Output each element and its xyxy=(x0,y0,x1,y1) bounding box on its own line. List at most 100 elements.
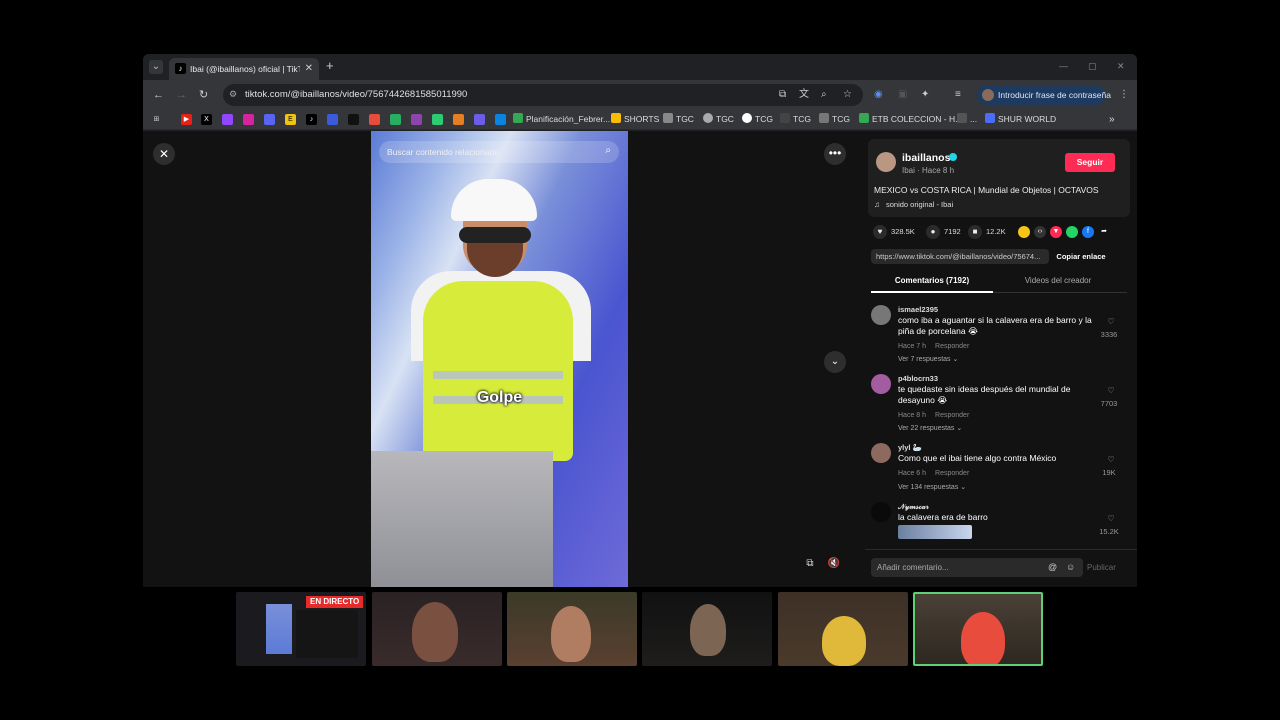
maximize-icon[interactable]: ▢ xyxy=(1088,60,1097,72)
avatar[interactable] xyxy=(871,374,891,394)
mention-icon[interactable]: @ xyxy=(1048,561,1057,573)
extension-icon[interactable]: ◉ xyxy=(874,88,883,102)
music-label[interactable]: sonido original - Ibai xyxy=(886,200,953,210)
zoom-icon[interactable]: ⌕ xyxy=(821,88,827,102)
avatar[interactable] xyxy=(871,305,891,325)
discord-icon[interactable] xyxy=(264,114,275,125)
browser-tab[interactable]: ♪ Ibai (@ibaillanos) oficial | TikTok ✕ xyxy=(169,58,319,80)
browser-menu-icon[interactable]: ⋮ xyxy=(1119,88,1129,102)
share-tiktok-icon[interactable]: ▼ xyxy=(1050,226,1062,238)
bookmark-violet-icon[interactable] xyxy=(474,114,485,125)
video-player[interactable]: Buscar contenido relacionado ⌕ Golpe xyxy=(371,131,628,587)
stream-tile-webcam[interactable] xyxy=(778,592,908,666)
window-close-icon[interactable]: ✕ xyxy=(1117,60,1125,72)
reply-button[interactable]: Responder xyxy=(935,470,969,477)
embed-icon[interactable]: ‹› xyxy=(1034,226,1046,238)
tab-close-icon[interactable]: ✕ xyxy=(305,62,313,76)
comment-input[interactable]: Añadir comentario... @ ☺ xyxy=(871,558,1083,577)
stream-tile-webcam[interactable] xyxy=(642,592,772,666)
tab-creator-videos[interactable]: Videos del creador xyxy=(997,273,1119,293)
whatsapp-icon[interactable] xyxy=(1066,226,1078,238)
heart-icon[interactable]: ♡ xyxy=(1099,386,1123,396)
bookmark-icon[interactable]: ■ xyxy=(968,225,982,239)
bookmark-purple-icon[interactable] xyxy=(411,114,422,125)
url-text[interactable]: tiktok.com/@ibaillanos/video/75674426815… xyxy=(245,88,467,102)
forward-icon[interactable]: → xyxy=(176,88,187,102)
picture-in-picture-icon[interactable]: ⧉ xyxy=(803,557,817,571)
passkey-button[interactable]: Introducir frase de contraseña xyxy=(977,85,1111,105)
more-options-icon[interactable]: ••• xyxy=(824,143,846,165)
bookmark-item[interactable]: TCG xyxy=(819,113,850,126)
chevron-down-icon[interactable]: ⌄ xyxy=(824,351,846,373)
follow-button[interactable]: Seguir xyxy=(1065,153,1115,172)
apps-grid-icon[interactable]: ⊞ xyxy=(151,114,162,125)
tiktok-icon[interactable]: ♪ xyxy=(306,114,317,125)
comment-icon[interactable]: ● xyxy=(926,225,940,239)
x-icon[interactable]: X xyxy=(201,114,212,125)
bookmark-green-icon[interactable] xyxy=(390,114,401,125)
post-button[interactable]: Publicar xyxy=(1087,562,1116,573)
creator-name[interactable]: ibaillanos xyxy=(902,152,950,164)
view-replies-button[interactable]: Ver 7 respuestas ⌄ xyxy=(898,355,958,364)
avatar[interactable] xyxy=(876,152,896,172)
bookmark-orange-icon[interactable] xyxy=(453,114,464,125)
bookmark-e-icon[interactable]: E xyxy=(285,114,296,125)
tab-comments[interactable]: Comentarios (7192) xyxy=(871,273,993,293)
avatar[interactable] xyxy=(871,502,891,522)
minimize-icon[interactable]: — xyxy=(1059,60,1068,72)
address-bar[interactable]: ⚙ tiktok.com/@ibaillanos/video/756744268… xyxy=(223,84,863,106)
sheets-icon[interactable] xyxy=(432,114,443,125)
stream-tile-webcam[interactable] xyxy=(507,592,637,666)
copy-link-button[interactable]: Copiar enlace xyxy=(1053,249,1109,264)
extension-icon[interactable]: ▣ xyxy=(898,88,907,102)
bookmark-item[interactable]: TGC xyxy=(663,113,694,126)
comment-image-thumbnail[interactable] xyxy=(898,525,972,539)
share-arrow-icon[interactable]: ➦ xyxy=(1098,226,1110,238)
emoji-icon[interactable]: ☺ xyxy=(1066,561,1075,573)
bookmark-blue-icon[interactable] xyxy=(327,114,338,125)
bookmark-item[interactable]: TCG xyxy=(742,113,773,126)
facebook-icon[interactable]: f xyxy=(1082,226,1094,238)
bookmark-star-icon[interactable]: ☆ xyxy=(843,88,852,102)
search-icon[interactable]: ⌕ xyxy=(605,145,611,156)
bookmark-red-icon[interactable] xyxy=(369,114,380,125)
video-link-field[interactable]: https://www.tiktok.com/@ibaillanos/video… xyxy=(871,249,1049,264)
comment-user[interactable]: ylyl 🦢 xyxy=(898,443,922,452)
reply-button[interactable]: Responder xyxy=(935,412,969,419)
extensions-puzzle-icon[interactable]: ✦ xyxy=(921,88,929,102)
comment-user[interactable]: ismael2395 xyxy=(898,305,938,314)
instagram-icon[interactable] xyxy=(243,114,254,125)
twitch-icon[interactable] xyxy=(222,114,233,125)
install-app-icon[interactable]: ⧉ xyxy=(779,88,786,102)
stream-tile-webcam[interactable] xyxy=(372,592,502,666)
tab-search-icon[interactable]: ⌄ xyxy=(149,60,163,74)
bookmark-azure-icon[interactable] xyxy=(495,114,506,125)
related-search-input[interactable]: Buscar contenido relacionado ⌕ xyxy=(379,141,619,163)
bookmark-item[interactable]: Planificación_Febrer... xyxy=(513,113,610,126)
reply-button[interactable]: Responder xyxy=(935,343,969,350)
bookmark-item[interactable]: TGC xyxy=(703,113,734,126)
comment-user[interactable]: 𝒩𝓎𝓂𝓈𝒸𝒶𝓇 xyxy=(898,502,929,511)
mute-icon[interactable]: 🔇 xyxy=(827,557,841,571)
bookmark-item[interactable]: ... xyxy=(957,113,977,126)
bookmark-item[interactable]: SHUR WORLD xyxy=(985,113,1056,126)
heart-icon[interactable]: ♡ xyxy=(1099,455,1123,465)
site-info-icon[interactable]: ⚙ xyxy=(229,89,237,100)
new-tab-icon[interactable]: + xyxy=(326,59,334,73)
heart-icon[interactable]: ♡ xyxy=(1099,317,1123,327)
translate-icon[interactable]: 文 xyxy=(799,88,809,102)
avatar[interactable] xyxy=(871,443,891,463)
back-icon[interactable]: ← xyxy=(153,88,164,102)
view-replies-button[interactable]: Ver 22 respuestas ⌄ xyxy=(898,424,962,433)
close-icon[interactable]: ✕ xyxy=(153,143,175,165)
bookmark-item[interactable]: SHORTS xyxy=(611,113,659,126)
bookmark-dark-icon[interactable] xyxy=(348,114,359,125)
more-bookmarks-icon[interactable]: » xyxy=(1109,113,1115,126)
bookmark-item[interactable]: TCG xyxy=(780,113,811,126)
reload-icon[interactable]: ↻ xyxy=(199,88,208,102)
media-controls-icon[interactable]: ≡ xyxy=(955,88,961,102)
share-coin-icon[interactable] xyxy=(1018,226,1030,238)
like-icon[interactable]: ♥ xyxy=(873,225,887,239)
view-replies-button[interactable]: Ver 134 respuestas ⌄ xyxy=(898,483,966,492)
youtube-icon[interactable]: ▶ xyxy=(181,114,192,125)
